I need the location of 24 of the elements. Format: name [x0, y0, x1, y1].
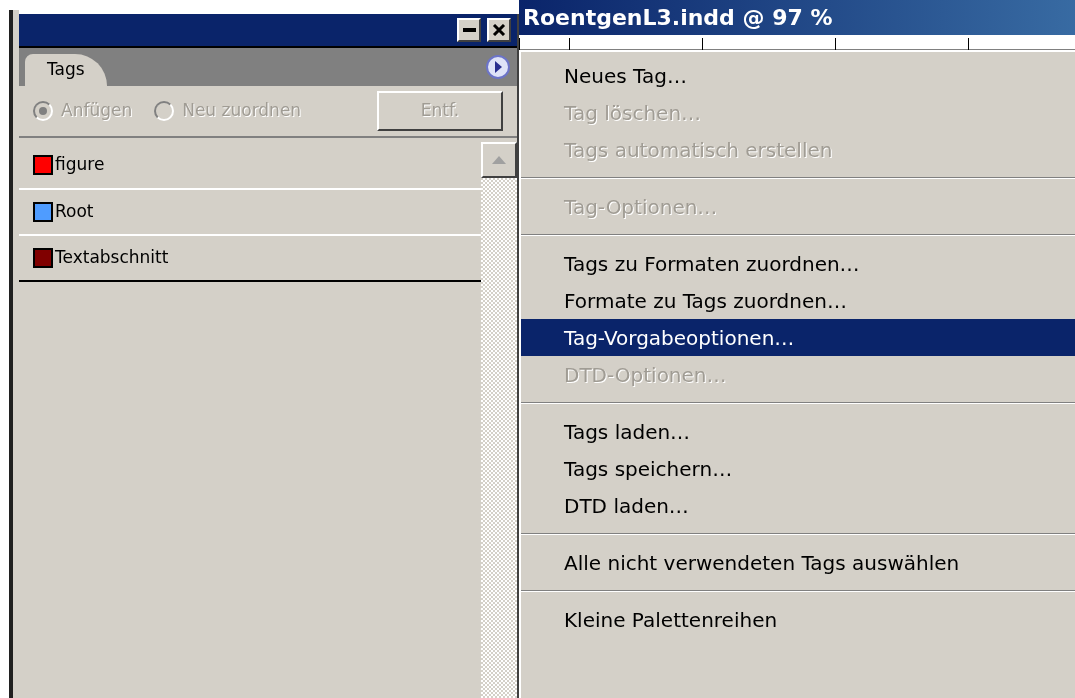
minimize-button[interactable]: [457, 18, 481, 42]
menu-item[interactable]: DTD laden…: [521, 487, 1075, 524]
menu-item[interactable]: Tags speichern…: [521, 450, 1075, 487]
tag-row[interactable]: Root: [19, 188, 481, 234]
menu-item[interactable]: Tags laden…: [521, 413, 1075, 450]
menu-item[interactable]: Alle nicht verwendeten Tags auswählen: [521, 544, 1075, 581]
tag-name: Root: [55, 200, 94, 224]
menu-item[interactable]: Tags zu Formaten zuordnen…: [521, 245, 1075, 282]
close-icon: [492, 24, 506, 36]
tag-row[interactable]: Textabschnitt: [19, 234, 481, 280]
tag-name: figure: [55, 153, 105, 177]
menu-item[interactable]: Formate zu Tags zuordnen…: [521, 282, 1075, 319]
tag-row[interactable]: figure: [19, 142, 481, 188]
tag-name: Textabschnitt: [55, 246, 169, 270]
close-button[interactable]: [487, 18, 511, 42]
scroll-up-button[interactable]: [481, 142, 517, 178]
up-arrow-icon: [492, 156, 506, 164]
menu-item[interactable]: Neues Tag…: [521, 57, 1075, 94]
panel-menu-icon[interactable]: [485, 54, 511, 80]
menu-item[interactable]: Kleine Palettenreihen: [521, 601, 1075, 638]
scrollbar[interactable]: [481, 142, 517, 698]
panel-tab[interactable]: Tags: [25, 54, 107, 86]
menu-item[interactable]: Tag-Vorgabeoptionen…: [521, 319, 1075, 356]
document-title: RoentgenL3.indd @ 97 %: [523, 6, 833, 29]
